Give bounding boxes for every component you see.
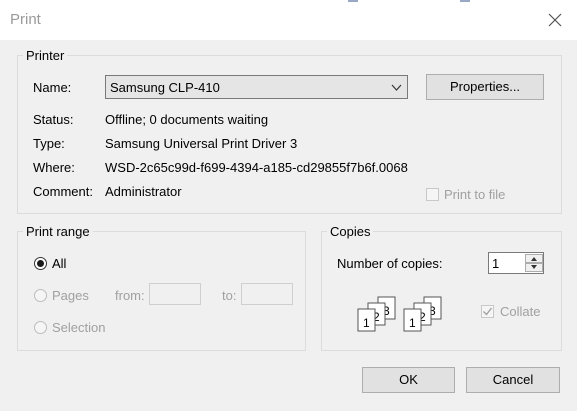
- cancel-button[interactable]: Cancel: [466, 367, 560, 393]
- chevron-down-icon: [391, 84, 402, 91]
- background-window-edge: [460, 0, 470, 2]
- spin-down-icon: [531, 265, 537, 269]
- collate-digit: 1: [363, 316, 370, 330]
- copies-group-title: Copies: [327, 224, 374, 239]
- spin-up-icon: [531, 257, 537, 261]
- collate-digit: 1: [409, 316, 416, 330]
- radio-selection-label: Selection: [52, 320, 106, 335]
- title-bar: Print: [0, 0, 577, 40]
- collate-label: Collate: [500, 304, 541, 319]
- close-icon[interactable]: [546, 11, 564, 29]
- type-label: Type:: [33, 136, 65, 151]
- to-page-input[interactable]: [241, 283, 293, 305]
- printer-name-select[interactable]: Samsung CLP-410: [105, 75, 408, 99]
- collate-checkbox[interactable]: [481, 305, 494, 318]
- printer-name-value: Samsung CLP-410: [110, 80, 220, 95]
- where-label: Where:: [33, 160, 75, 175]
- background-window-edge: [348, 0, 358, 2]
- type-value: Samsung Universal Print Driver 3: [105, 136, 298, 151]
- radio-all[interactable]: [34, 257, 47, 270]
- comment-label: Comment:: [33, 184, 93, 199]
- radio-pages[interactable]: [34, 289, 47, 302]
- checkmark-icon: [483, 307, 493, 316]
- collate-pages-icon: 3 2 1: [357, 296, 396, 332]
- copies-spinbox[interactable]: 1: [488, 252, 544, 274]
- print-to-file-label: Print to file: [444, 187, 506, 202]
- spin-up-button[interactable]: [525, 254, 543, 263]
- from-label: from:: [115, 288, 145, 303]
- to-label: to:: [222, 288, 237, 303]
- print-range-group-title: Print range: [23, 224, 93, 239]
- radio-pages-label: Pages: [52, 288, 89, 303]
- printer-group-title: Printer: [23, 48, 68, 63]
- comment-value: Administrator: [105, 184, 182, 199]
- from-page-input[interactable]: [149, 283, 201, 305]
- radio-selection[interactable]: [34, 321, 47, 334]
- radio-all-label: All: [52, 256, 67, 271]
- collate-pages-icon: 3 2 1: [403, 296, 442, 332]
- status-label: Status:: [33, 112, 74, 127]
- properties-button[interactable]: Properties...: [426, 74, 544, 100]
- spin-down-button[interactable]: [525, 263, 543, 272]
- copies-value: 1: [492, 256, 500, 271]
- status-value: Offline; 0 documents waiting: [105, 112, 269, 127]
- name-label: Name:: [33, 80, 72, 95]
- window-title: Print: [10, 11, 41, 28]
- number-of-copies-label: Number of copies:: [337, 256, 443, 271]
- print-to-file-checkbox[interactable]: [426, 188, 439, 201]
- where-value: WSD-2c65c99d-f699-4394-a185-cd29855f7b6f…: [105, 160, 408, 175]
- ok-button[interactable]: OK: [362, 367, 455, 393]
